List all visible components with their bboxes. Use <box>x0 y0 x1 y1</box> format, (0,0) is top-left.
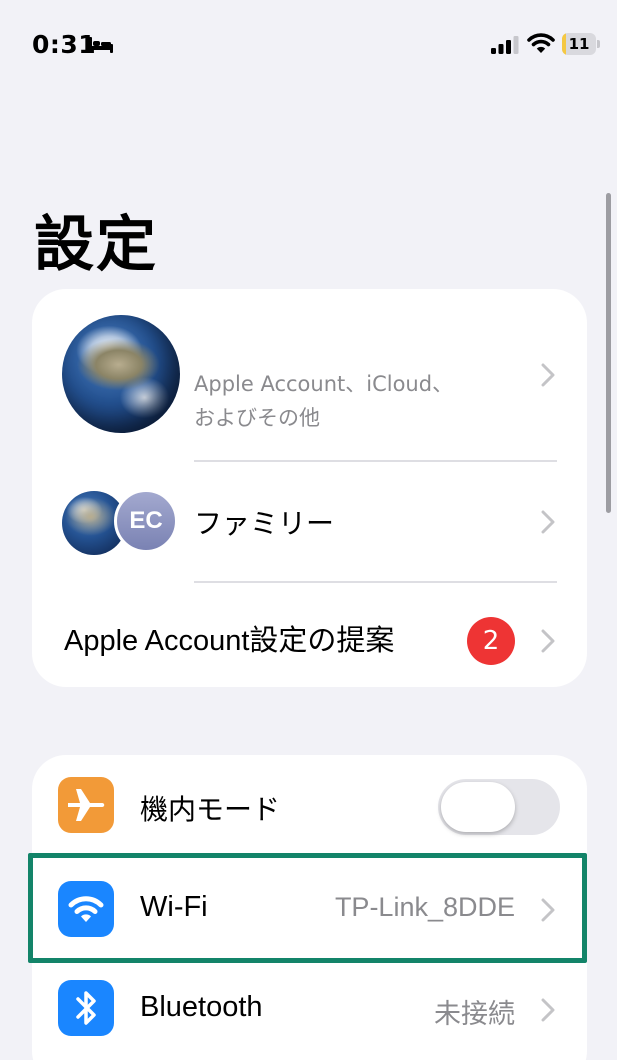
family-avatar-initials: EC <box>114 489 178 553</box>
wifi-icon <box>527 33 555 53</box>
bluetooth-status: 未接続 <box>434 999 515 1030</box>
bluetooth-row[interactable]: Bluetooth 未接続 <box>32 962 587 1060</box>
apple-account-row[interactable]: Apple Account、iCloud、 およびその他 <box>32 289 587 461</box>
airplane-mode-row: 機内モード <box>32 755 587 857</box>
status-time: 0:31 <box>32 30 97 59</box>
chevron-right-icon <box>541 998 555 1022</box>
battery-cap <box>597 40 600 48</box>
family-row[interactable]: EC ファミリー <box>32 462 587 582</box>
avatar <box>62 315 180 433</box>
bed-icon <box>89 37 113 53</box>
battery-level: 11 <box>568 35 590 53</box>
toggle-knob <box>441 782 515 832</box>
chevron-right-icon <box>541 363 555 387</box>
bluetooth-icon <box>58 980 114 1036</box>
settings-screen: 0:31 11 設定 Apple Account、iCloud、 およびその他 … <box>0 0 617 1060</box>
battery-icon: 11 <box>562 33 600 55</box>
account-card: Apple Account、iCloud、 およびその他 EC ファミリー Ap… <box>32 289 587 687</box>
cellular-signal-icon <box>491 36 519 54</box>
account-subtitle-line1: Apple Account、iCloud、 <box>194 372 454 396</box>
status-bar: 0:31 11 <box>0 0 617 90</box>
airplane-mode-label: 機内モード <box>140 793 281 826</box>
scroll-indicator[interactable] <box>606 193 611 513</box>
account-subtitle: Apple Account、iCloud、 およびその他 <box>194 367 453 435</box>
family-label: ファミリー <box>194 507 335 540</box>
bluetooth-label: Bluetooth <box>140 991 263 1023</box>
battery-body: 11 <box>562 33 596 55</box>
wifi-row-highlight <box>28 853 587 963</box>
account-suggestions-row[interactable]: Apple Account設定の提案 2 <box>32 583 587 687</box>
airplane-icon <box>58 777 114 833</box>
airplane-mode-toggle[interactable] <box>438 779 560 835</box>
chevron-right-icon <box>541 629 555 653</box>
chevron-right-icon <box>541 510 555 534</box>
account-suggestions-label: Apple Account設定の提案 <box>64 625 395 657</box>
notification-badge: 2 <box>467 617 515 665</box>
page-title: 設定 <box>34 210 158 280</box>
account-subtitle-line2: およびその他 <box>194 406 320 430</box>
